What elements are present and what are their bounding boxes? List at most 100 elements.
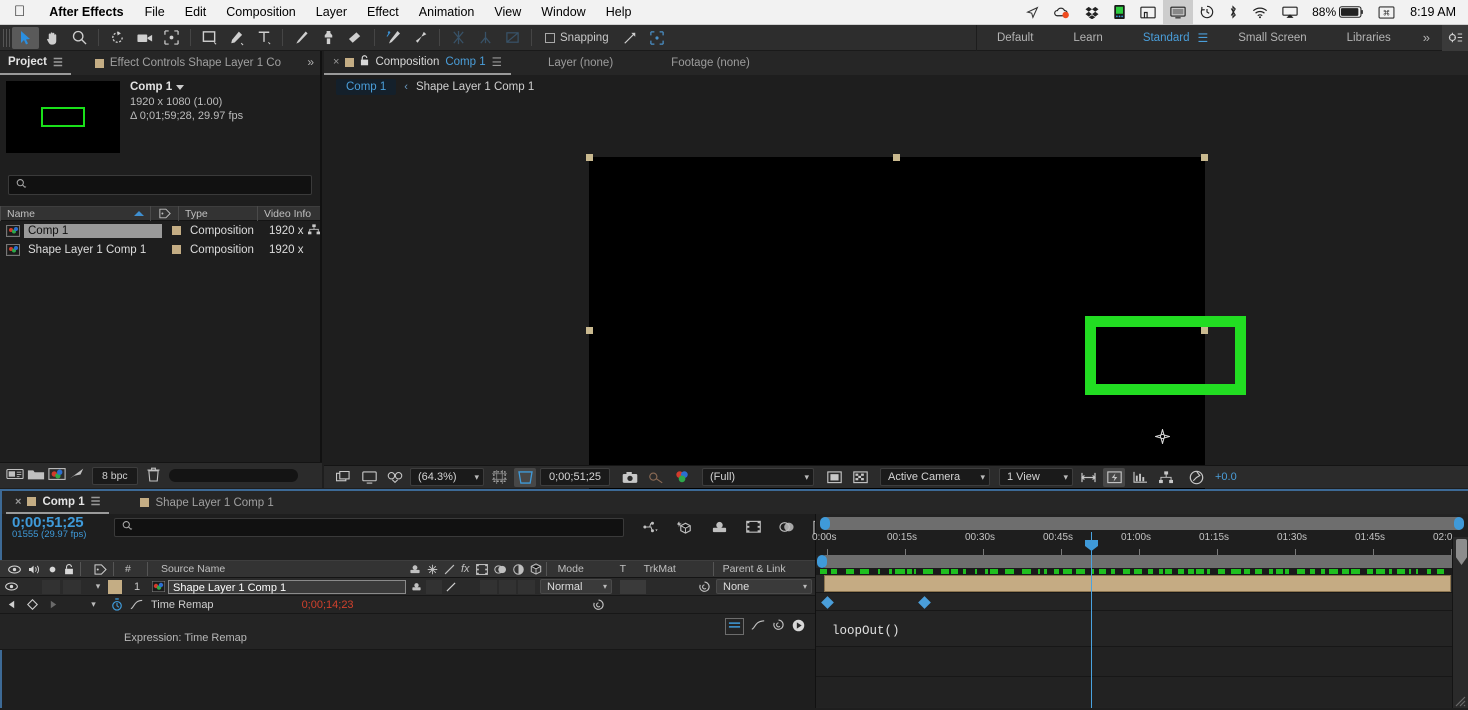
zoom-handle-right[interactable] (1454, 517, 1464, 530)
new-folder-icon[interactable] (27, 467, 45, 484)
layer-solo-toggle[interactable] (42, 579, 60, 594)
zoom-handle-left[interactable] (820, 517, 830, 530)
expression-row[interactable]: Expression: Time Remap (0, 614, 815, 650)
double-chevron-right-icon[interactable]: » (307, 55, 314, 69)
chevron-left-icon[interactable]: ‹ (396, 81, 416, 93)
current-time-indicator-head[interactable] (1085, 540, 1098, 551)
hamburger-menu-icon[interactable]: ☰ (53, 56, 63, 69)
keyboard-input-icon[interactable]: ⌘ (1371, 0, 1402, 25)
column-video-info[interactable]: Video Info (257, 206, 320, 221)
screen-mirror-icon[interactable] (1275, 0, 1305, 25)
layer-mode-select[interactable]: Normal ▾ (540, 579, 612, 594)
tab-layer[interactable]: Layer (none) (539, 51, 622, 75)
fast-previews-icon[interactable] (1103, 467, 1125, 487)
type-tool[interactable] (250, 27, 277, 49)
keyframe-toggle-icon[interactable] (22, 596, 42, 614)
expression-graph-icon[interactable] (751, 619, 765, 634)
property-name[interactable]: Time Remap (151, 596, 214, 614)
table-row[interactable]: ▾ 1 Shape Layer 1 Comp 1 Normal ▾ None ▾ (0, 578, 815, 596)
project-search-input[interactable] (8, 175, 312, 195)
work-area-bar[interactable] (817, 555, 1467, 568)
label-column-header[interactable] (86, 560, 107, 578)
timeline-icon[interactable] (1129, 468, 1151, 487)
eraser-tool[interactable] (342, 27, 369, 49)
source-name-header[interactable]: Source Name (153, 560, 403, 578)
close-icon[interactable]: × (15, 496, 21, 508)
grid-and-guides-icon[interactable] (488, 468, 510, 487)
selection-handle-tl[interactable] (586, 154, 593, 161)
timeline-current-time-group[interactable]: 0;00;51;25 01555 (29.97 fps) (0, 511, 100, 543)
scrollbar-thumb[interactable] (1456, 539, 1467, 565)
composition-canvas[interactable] (589, 157, 1246, 505)
menu-edit[interactable]: Edit (175, 5, 217, 19)
drive-icon[interactable] (1106, 0, 1133, 25)
show-snapshot-icon[interactable] (645, 468, 667, 487)
viewer-timecode[interactable]: 0;00;51;25 (540, 468, 610, 486)
parent-pickwhip-icon[interactable] (698, 578, 711, 596)
motion-blur-icon[interactable] (770, 515, 804, 539)
column-type[interactable]: Type (178, 206, 257, 221)
snapping-align-icon[interactable] (617, 27, 644, 49)
lock-icon[interactable] (360, 55, 369, 69)
property-expand-chevron[interactable]: ▾ (78, 596, 109, 614)
location-arrow-icon[interactable] (1019, 0, 1046, 25)
breadcrumb-child[interactable]: Shape Layer 1 Comp 1 (416, 81, 534, 93)
tab-project[interactable]: Project ☰ (0, 51, 71, 75)
menu-window[interactable]: Window (531, 5, 595, 19)
workspace-menu-icon[interactable]: ☰ (1196, 31, 1219, 45)
timeline-vertical-scrollbar[interactable] (1452, 537, 1468, 708)
show-channel-icon[interactable] (671, 468, 693, 487)
composition-mini-flowchart-icon[interactable] (634, 515, 668, 539)
always-preview-this-view-icon[interactable] (332, 468, 354, 487)
timeline-tab-shapelayer[interactable]: Shape Layer 1 Comp 1 (131, 491, 282, 514)
roto-brush-tool[interactable] (380, 27, 407, 49)
resolution-select[interactable]: (Full) ▾ (702, 468, 814, 486)
keyframe-marker[interactable] (918, 596, 931, 609)
current-time-indicator[interactable] (1091, 532, 1092, 708)
monitor-icon[interactable] (1163, 0, 1194, 25)
layer-audio-toggle[interactable] (22, 578, 42, 596)
new-composition-icon[interactable] (48, 467, 66, 484)
work-area-start-handle[interactable] (817, 555, 827, 568)
workspace-default[interactable]: Default (977, 25, 1053, 51)
table-row[interactable]: ▾ Time Remap 0;00;14;23 (0, 596, 815, 614)
time-zoom-track[interactable] (820, 517, 1464, 530)
snapping-checkbox[interactable] (545, 32, 555, 43)
puppet-overlap-tool[interactable] (472, 27, 499, 49)
time-machine-icon[interactable] (1193, 0, 1221, 25)
frame-blending-icon[interactable] (736, 515, 770, 539)
graph-editor-set-icon[interactable] (127, 596, 145, 614)
expression-track-row[interactable]: loopOut() (816, 611, 1468, 647)
workspace-libraries[interactable]: Libraries (1327, 25, 1411, 51)
puppet-starch-tool[interactable] (445, 27, 472, 49)
layer-trkmat-cell[interactable] (620, 579, 646, 594)
dropbox-icon[interactable] (1078, 0, 1106, 25)
anchor-point-icon[interactable] (1153, 427, 1172, 446)
layer-adjustment-toggle[interactable] (518, 579, 535, 594)
expression-enabled-icon[interactable] (725, 618, 744, 635)
keyframe-marker[interactable] (821, 596, 834, 609)
layer-visibility-toggle[interactable] (0, 578, 22, 596)
battery-status[interactable]: 88% (1305, 0, 1371, 25)
layer-source-name[interactable]: Shape Layer 1 Comp 1 (168, 579, 406, 594)
workspace-settings-icon[interactable] (1442, 24, 1468, 51)
double-chevron-right-icon[interactable]: » (1411, 30, 1442, 45)
timeline-ruler[interactable]: 0:00s 00:15s 00:30s 00:45s 01:00s 01:15s… (812, 530, 1468, 555)
tab-effect-controls[interactable]: Effect Controls Shape Layer 1 Co (87, 51, 289, 75)
clock-label[interactable]: 8:19 AM (1402, 5, 1468, 19)
selection-tool[interactable] (12, 26, 39, 49)
workspace-learn[interactable]: Learn (1053, 25, 1122, 51)
toggle-transparency-grid-icon[interactable] (849, 468, 871, 487)
pixel-aspect-correction-icon[interactable] (1077, 468, 1099, 487)
column-name[interactable]: Name (0, 206, 150, 221)
expression-language-menu-icon[interactable] (792, 619, 805, 635)
shape-tool[interactable] (196, 27, 223, 49)
project-list-item-shapelayer[interactable]: Shape Layer 1 Comp 1 Composition 1920 x (0, 240, 320, 259)
toolbar-grip[interactable] (3, 28, 12, 47)
comp-flowchart-icon[interactable] (1155, 468, 1177, 487)
delete-icon[interactable] (147, 467, 160, 485)
wifi-icon[interactable] (1245, 0, 1275, 25)
selection-handle-tr[interactable] (1201, 154, 1208, 161)
camera-select[interactable]: Active Camera ▾ (880, 468, 990, 486)
views-select[interactable]: 1 View ▾ (999, 468, 1073, 486)
